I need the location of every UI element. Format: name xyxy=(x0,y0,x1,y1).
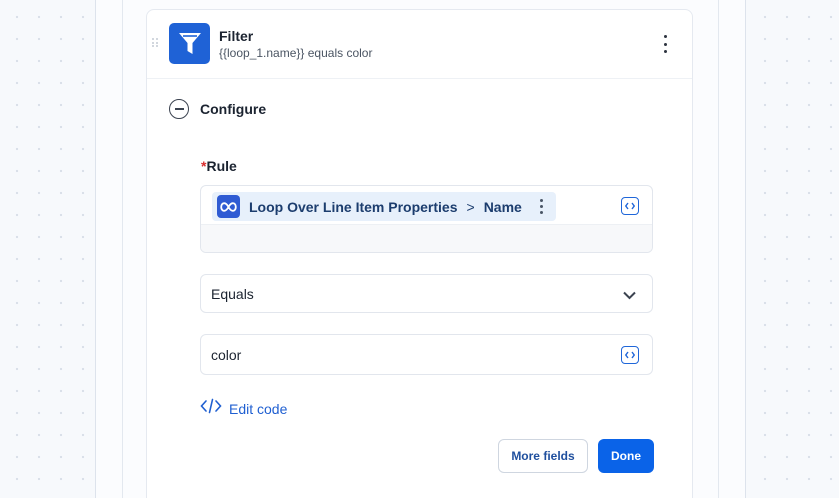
value-input-text: color xyxy=(211,346,242,363)
rule-variable-token[interactable]: Loop Over Line Item Properties > Name xyxy=(212,192,556,221)
code-brackets-icon xyxy=(200,398,222,419)
edit-code-link[interactable]: Edit code xyxy=(200,398,287,419)
value-code-toggle-icon[interactable] xyxy=(621,346,639,364)
loop-infinity-icon xyxy=(217,195,240,218)
drag-handle-icon[interactable] xyxy=(152,38,160,48)
collapse-minus-icon[interactable] xyxy=(169,99,189,119)
value-input[interactable]: color xyxy=(200,334,653,375)
rule-field-label: *Rule xyxy=(201,158,237,174)
operator-selected-value: Equals xyxy=(211,285,254,302)
rule-input-empty-line[interactable] xyxy=(201,224,652,252)
token-source-label: Loop Over Line Item Properties xyxy=(249,198,458,215)
configure-section-toggle[interactable]: Configure xyxy=(169,98,266,120)
step-subtitle: {{loop_1.name}} equals color xyxy=(219,46,373,60)
step-header[interactable]: Filter {{loop_1.name}} equals color xyxy=(147,10,692,79)
step-title: Filter xyxy=(219,28,254,44)
done-button[interactable]: Done xyxy=(598,439,654,473)
rule-code-toggle-icon[interactable] xyxy=(621,197,639,215)
more-fields-button[interactable]: More fields xyxy=(498,439,588,473)
edit-code-label: Edit code xyxy=(229,400,288,417)
token-separator: > xyxy=(466,198,475,215)
rule-input[interactable]: Loop Over Line Item Properties > Name xyxy=(200,185,653,253)
step-more-menu-icon[interactable] xyxy=(660,35,670,53)
token-more-menu-icon[interactable] xyxy=(538,199,544,214)
operator-select[interactable]: Equals xyxy=(200,274,653,313)
rule-label-text: Rule xyxy=(206,158,237,174)
chevron-down-icon xyxy=(623,287,636,305)
token-field-label: Name xyxy=(483,198,522,215)
filter-step-card: Filter {{loop_1.name}} equals color Conf… xyxy=(146,9,693,498)
configure-label: Configure xyxy=(200,101,267,117)
filter-funnel-icon xyxy=(169,23,210,64)
